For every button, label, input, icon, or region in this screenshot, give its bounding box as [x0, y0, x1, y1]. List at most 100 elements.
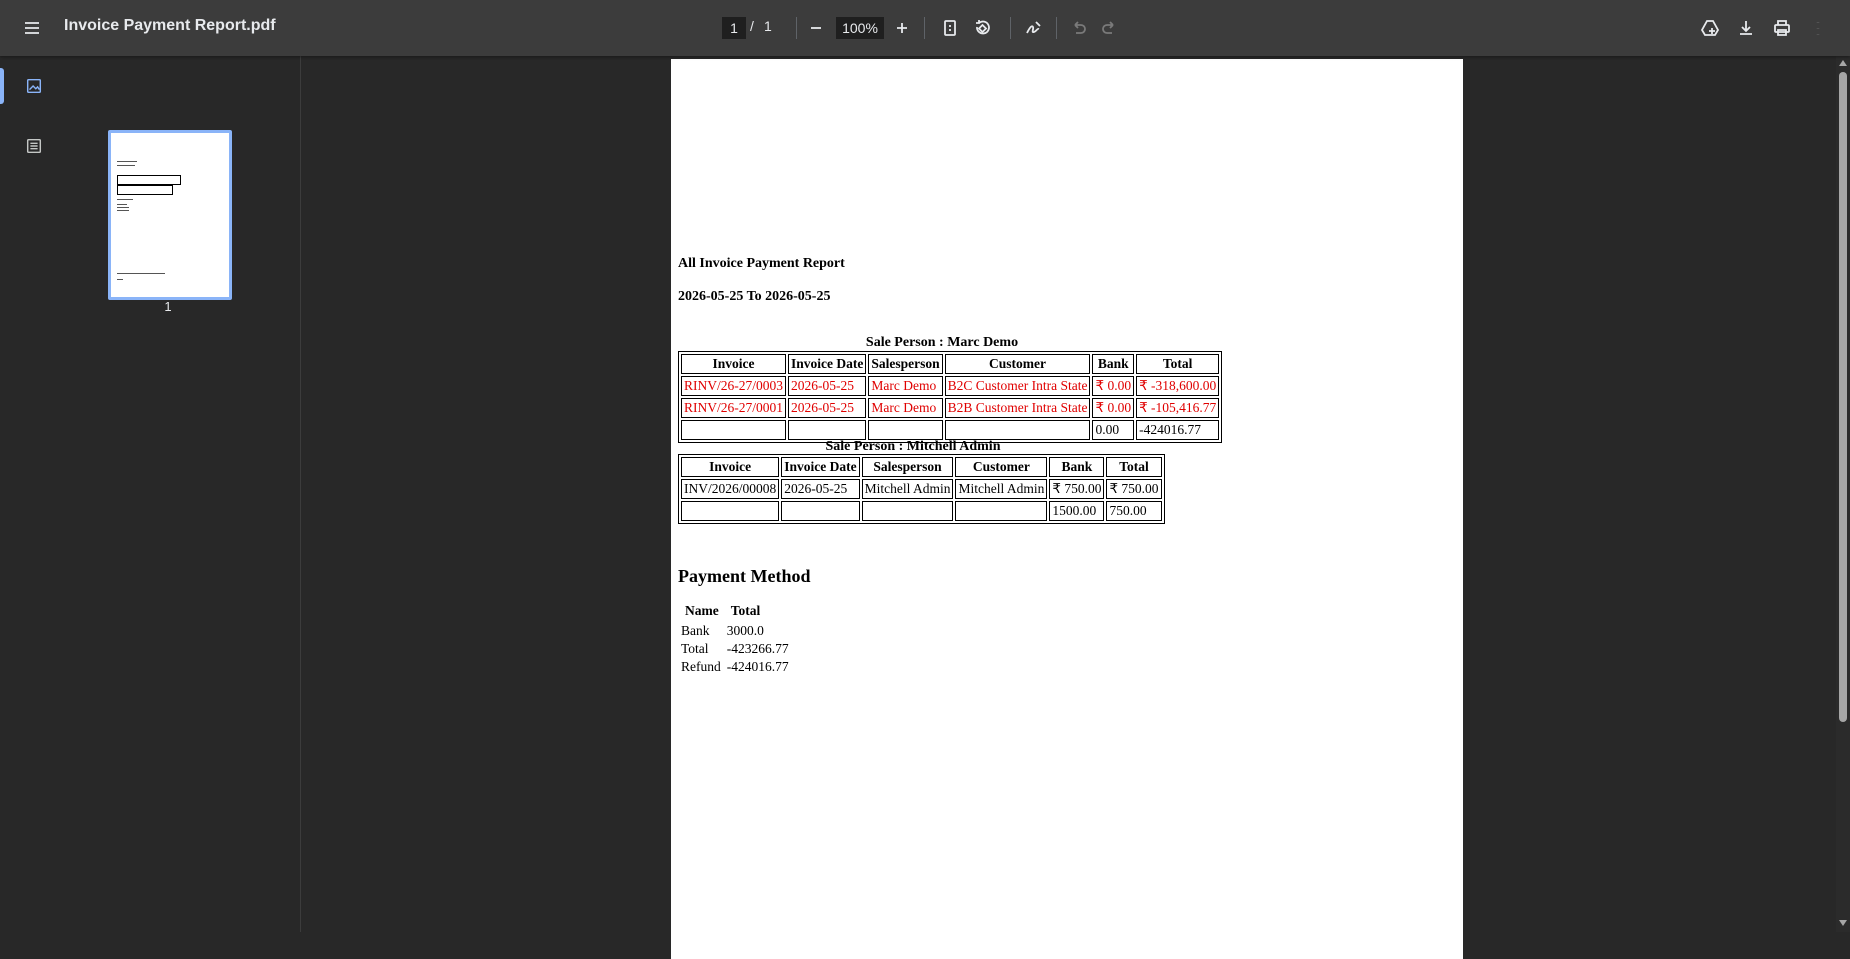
method-total-cell: 3000.0	[726, 623, 764, 638]
column-header: Invoice	[681, 457, 780, 477]
grand-total-cell: -424016.77	[1136, 420, 1220, 440]
table-row: Total -423266.77	[680, 641, 790, 657]
empty-cell	[944, 420, 1091, 440]
page-separator: /	[750, 18, 754, 34]
customer-cell: Mitchell Admin	[955, 479, 1048, 499]
table-header-row: Invoice Invoice Date Salesperson Custome…	[681, 457, 1162, 477]
thumbnail-sidebar: 1	[0, 56, 301, 932]
invoice-table-mitchell-admin: Invoice Invoice Date Salesperson Custome…	[678, 454, 1165, 524]
salesperson-cell: Marc Demo	[868, 398, 943, 418]
totals-row: 1500.00 750.00	[681, 501, 1162, 521]
totals-row: 0.00 -424016.77	[681, 420, 1220, 440]
report-title: All Invoice Payment Report	[678, 256, 845, 271]
column-header: Total	[730, 603, 761, 618]
bank-cell: ₹ 0.00	[1092, 398, 1135, 418]
payment-method-title: Payment Method	[678, 566, 811, 586]
active-tab-indicator	[0, 68, 4, 104]
salesperson-caption: Sale Person : Marc Demo	[865, 335, 1019, 350]
salesperson-caption: Sale Person : Mitchell Admin	[825, 439, 1001, 454]
report-date-range: 2026-05-25 To 2026-05-25	[678, 289, 831, 304]
toolbar-divider	[1010, 17, 1011, 39]
rotate-icon[interactable]	[966, 12, 998, 44]
table-row: RINV/26-27/0001 2026-05-25 Marc Demo B2B…	[681, 398, 1220, 418]
document-viewer: All Invoice Payment Report 2026-05-25 To…	[301, 56, 1836, 959]
column-header: Invoice	[681, 354, 786, 374]
invoice-cell: INV/2026/00008	[681, 479, 780, 499]
column-header: Invoice Date	[788, 354, 867, 374]
page-number-input[interactable]: 1	[722, 17, 746, 39]
bank-total-cell: 0.00	[1092, 420, 1135, 440]
empty-cell	[955, 501, 1048, 521]
empty-cell	[681, 420, 786, 440]
empty-cell	[861, 501, 954, 521]
undo-icon[interactable]	[1062, 12, 1094, 44]
method-name-cell: Bank	[681, 623, 710, 638]
payment-method-table: Name Total Bank 3000.0 Total -423266.77 …	[678, 599, 792, 677]
salesperson-cell: Mitchell Admin	[861, 479, 954, 499]
empty-cell	[788, 420, 867, 440]
column-header: Customer	[955, 457, 1048, 477]
vertical-scrollbar[interactable]	[1836, 56, 1850, 932]
column-header: Salesperson	[861, 457, 954, 477]
empty-cell	[781, 501, 860, 521]
print-icon[interactable]	[1766, 12, 1798, 44]
customer-cell: B2C Customer Intra State	[944, 376, 1091, 396]
total-cell: ₹ 750.00	[1106, 479, 1162, 499]
outline-tab-icon[interactable]	[16, 128, 52, 164]
thumbnail-page-number: 1	[164, 299, 172, 314]
invoice-cell: RINV/26-27/0003	[681, 376, 786, 396]
page-thumbnail[interactable]	[108, 130, 232, 300]
date-cell: 2026-05-25	[781, 479, 860, 499]
more-options-icon[interactable]	[1802, 12, 1834, 44]
table-row: RINV/26-27/0003 2026-05-25 Marc Demo B2C…	[681, 376, 1220, 396]
column-header: Total	[1136, 354, 1220, 374]
download-icon[interactable]	[1730, 12, 1762, 44]
column-header: Total	[1106, 457, 1162, 477]
empty-cell	[868, 420, 943, 440]
fit-page-icon[interactable]	[934, 12, 966, 44]
bank-total-cell: 1500.00	[1049, 501, 1105, 521]
empty-cell	[681, 501, 780, 521]
page-total: 1	[764, 18, 772, 34]
bank-cell: ₹ 0.00	[1092, 376, 1135, 396]
scroll-down-arrow-icon[interactable]	[1839, 920, 1847, 926]
pdf-page: All Invoice Payment Report 2026-05-25 To…	[671, 59, 1463, 959]
invoice-table-marc-demo: Invoice Invoice Date Salesperson Custome…	[678, 351, 1223, 443]
zoom-in-icon[interactable]	[886, 12, 918, 44]
table-header-row: Invoice Invoice Date Salesperson Custome…	[681, 354, 1220, 374]
zoom-out-icon[interactable]	[800, 12, 832, 44]
grand-total-cell: 750.00	[1106, 501, 1162, 521]
table-header-row: Name Total	[680, 601, 790, 621]
column-header: Bank	[1092, 354, 1135, 374]
column-header: Bank	[1049, 457, 1105, 477]
column-header: Invoice Date	[781, 457, 860, 477]
column-header: Name	[685, 603, 719, 618]
table-row: Refund -424016.77	[680, 659, 790, 675]
toolbar-divider	[796, 17, 797, 39]
annotate-pen-icon[interactable]	[1018, 12, 1050, 44]
thumbnails-tab-icon[interactable]	[16, 68, 52, 104]
scroll-up-arrow-icon[interactable]	[1839, 60, 1847, 66]
pdf-toolbar: Invoice Payment Report.pdf 1 / 1 100%	[0, 0, 1850, 56]
save-to-drive-icon[interactable]	[1694, 12, 1726, 44]
date-cell: 2026-05-25	[788, 398, 867, 418]
total-cell: ₹ -318,600.00	[1136, 376, 1220, 396]
toolbar-divider	[924, 17, 925, 39]
method-total-cell: -424016.77	[726, 659, 789, 674]
invoice-cell: RINV/26-27/0001	[681, 398, 786, 418]
method-total-cell: -423266.77	[726, 641, 789, 656]
method-name-cell: Refund	[681, 659, 721, 674]
column-header: Salesperson	[868, 354, 943, 374]
column-header: Customer	[944, 354, 1091, 374]
table-row: Bank 3000.0	[680, 623, 790, 639]
menu-icon[interactable]	[16, 12, 48, 44]
salesperson-cell: Marc Demo	[868, 376, 943, 396]
zoom-level-input[interactable]: 100%	[836, 17, 884, 39]
document-title: Invoice Payment Report.pdf	[64, 17, 276, 34]
method-name-cell: Total	[681, 641, 709, 656]
bank-cell: ₹ 750.00	[1049, 479, 1105, 499]
redo-icon[interactable]	[1094, 12, 1126, 44]
date-cell: 2026-05-25	[788, 376, 867, 396]
toolbar-divider	[1056, 17, 1057, 39]
scrollbar-thumb[interactable]	[1839, 72, 1847, 722]
